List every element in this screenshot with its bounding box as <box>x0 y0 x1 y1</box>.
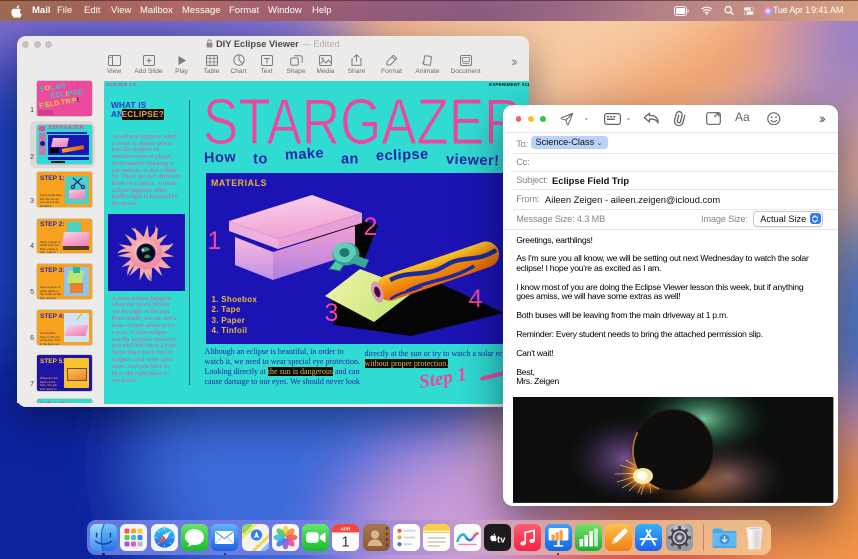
svg-text:1: 1 <box>342 534 350 550</box>
svg-text:tv: tv <box>497 534 506 545</box>
svg-text:APR: APR <box>341 526 351 531</box>
